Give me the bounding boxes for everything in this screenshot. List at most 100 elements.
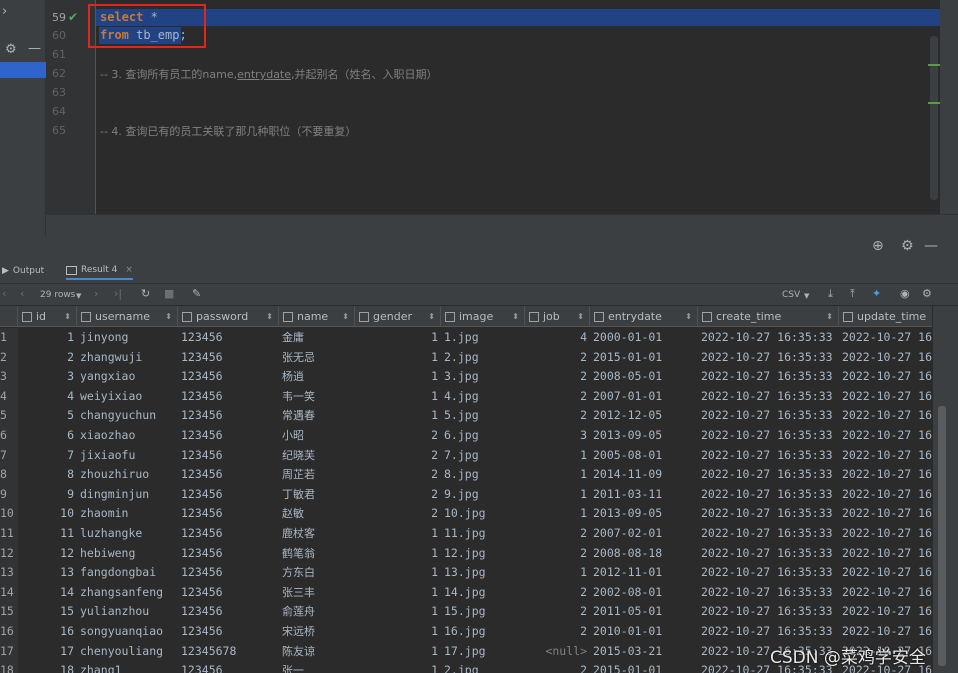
minimize-icon[interactable]: — xyxy=(28,41,41,56)
cell-create-time[interactable]: 2022-10-27 16:35:33 xyxy=(698,504,839,524)
minimize-icon[interactable]: — xyxy=(924,238,938,254)
cell-id[interactable]: 10 xyxy=(18,504,77,524)
cell-create-time[interactable]: 2022-10-27 16:35:33 xyxy=(698,348,839,368)
tab-output[interactable]: ▶ Output xyxy=(2,262,44,280)
sort-icon[interactable]: ⬍ xyxy=(165,312,172,321)
cell-name[interactable]: 韦一笑 xyxy=(279,387,355,407)
cell-username[interactable]: zhouzhiruo xyxy=(77,465,178,485)
cell-update-time[interactable]: 2022-10-27 16 xyxy=(839,563,932,583)
table-row[interactable]: 11 11 luzhangke 123456 鹿杖客 1 11.jpg 2 2007-02-01… xyxy=(0,524,932,544)
cell-id[interactable]: 11 xyxy=(18,524,77,544)
cell-entrydate[interactable]: 2012-11-01 xyxy=(590,563,698,583)
table-row[interactable]: 3 3 yangxiao 123456 杨逍 1 3.jpg 2 2008-05-01 2022-… xyxy=(0,367,932,387)
cell-job[interactable]: 4 xyxy=(525,328,590,348)
column-header-image[interactable]: image ⬍ xyxy=(441,306,525,327)
cell-create-time[interactable]: 2022-10-27 16:35:33 xyxy=(698,426,839,446)
cell-image[interactable]: 2.jpg xyxy=(441,348,525,368)
cell-password[interactable]: 123456 xyxy=(178,387,279,407)
sql-editor[interactable]: › ⚙ — 59 60 61 62 63 64 65 ✔ select * fr… xyxy=(0,0,958,236)
cell-image[interactable]: 4.jpg xyxy=(441,387,525,407)
cell-name[interactable]: 方东白 xyxy=(279,563,355,583)
cell-entrydate[interactable]: 2015-01-01 xyxy=(590,661,698,673)
cell-entrydate[interactable]: 2013-09-05 xyxy=(590,504,698,524)
cell-create-time[interactable]: 2022-10-27 16:35:33 xyxy=(698,465,839,485)
cell-create-time[interactable]: 2022-10-27 16:35:33 xyxy=(698,406,839,426)
cell-image[interactable]: 6.jpg xyxy=(441,426,525,446)
gear-icon[interactable]: ⚙ xyxy=(901,238,914,254)
cell-create-time[interactable]: 2022-10-27 16:35:33 xyxy=(698,485,839,505)
refresh-icon[interactable]: ↻ xyxy=(141,287,150,300)
cell-image[interactable]: 16.jpg xyxy=(441,622,525,642)
cell-id[interactable]: 17 xyxy=(18,642,77,662)
cell-name[interactable]: 张三丰 xyxy=(279,583,355,603)
table-row[interactable]: 9 9 dingminjun 123456 丁敏君 2 9.jpg 1 2011-03-11 20… xyxy=(0,484,932,505)
column-header-update-time[interactable]: update_time xyxy=(839,306,932,327)
cell-image[interactable]: 15.jpg xyxy=(441,602,525,622)
table-row[interactable]: 16 16 songyuanqiao 123456 宋远桥 1 16.jpg 2 2010-01… xyxy=(0,622,932,642)
cell-entrydate[interactable]: 2012-12-05 xyxy=(590,406,698,426)
cell-job[interactable]: 2 xyxy=(525,367,590,387)
sort-icon[interactable]: ⬍ xyxy=(512,312,519,321)
cell-username[interactable]: jixiaofu xyxy=(77,446,178,466)
cell-id[interactable]: 13 xyxy=(18,563,77,583)
cell-create-time[interactable]: 2022-10-27 16:35:33 xyxy=(698,563,839,583)
cell-gender[interactable]: 1 xyxy=(355,661,441,673)
cell-image[interactable]: 17.jpg xyxy=(441,642,525,662)
cell-update-time[interactable]: 2022-10-27 16 xyxy=(839,622,932,642)
cell-gender[interactable]: 2 xyxy=(355,465,441,485)
cell-job[interactable]: 1 xyxy=(525,465,590,485)
sort-icon[interactable]: ⬍ xyxy=(342,312,349,321)
column-header-username[interactable]: username ⬍ xyxy=(77,306,178,327)
cell-id[interactable]: 14 xyxy=(18,583,77,603)
cell-job[interactable]: 2 xyxy=(525,524,590,544)
sort-icon[interactable]: ⬍ xyxy=(685,312,692,321)
cell-gender[interactable]: 1 xyxy=(355,602,441,622)
cell-name[interactable]: 宋远桥 xyxy=(279,622,355,642)
sort-icon[interactable]: ⬍ xyxy=(826,312,833,321)
editor-scrollbar[interactable] xyxy=(930,36,938,200)
code-comment-line[interactable]: -- 4. 查询已有的员工关联了那几种职位（不要重复） xyxy=(100,123,356,139)
cell-entrydate[interactable]: 2005-08-01 xyxy=(590,446,698,466)
cell-image[interactable]: 8.jpg xyxy=(441,465,525,485)
cell-image[interactable]: 3.jpg xyxy=(441,367,525,387)
cell-gender[interactable]: 1 xyxy=(355,622,441,642)
cell-username[interactable]: zhang1 xyxy=(77,661,178,673)
sort-icon[interactable]: ⬍ xyxy=(64,312,71,321)
cell-password[interactable]: 123456 xyxy=(178,622,279,642)
cell-job[interactable]: 2 xyxy=(525,544,590,564)
cell-gender[interactable]: 1 xyxy=(355,387,441,407)
cell-create-time[interactable]: 2022-10-27 16:35:33 xyxy=(698,387,839,407)
cell-image[interactable]: 13.jpg xyxy=(441,563,525,583)
table-row[interactable]: 4 4 weiyixiao 123456 韦一笑 1 4.jpg 2 2007-01-01 202… xyxy=(0,386,932,407)
cell-job[interactable]: 2 xyxy=(525,602,590,622)
table-row[interactable]: 7 7 jixiaofu 123456 纪晓芙 2 7.jpg 1 2005-08-01 2022… xyxy=(0,445,932,466)
stop-icon[interactable]: ■ xyxy=(164,287,174,300)
cell-username[interactable]: weiyixiao xyxy=(77,387,178,407)
cell-username[interactable]: changyuchun xyxy=(77,406,178,426)
table-row[interactable]: 8 8 zhouzhiruo 123456 周芷若 2 8.jpg 1 2014-11-09 20… xyxy=(0,465,932,485)
result-grid[interactable]: id ⬍ username ⬍ password ⬍ name ⬍ gender ⬍ image ⬍ j… xyxy=(0,306,932,673)
compare-icon[interactable]: ✦ xyxy=(872,287,881,300)
code-comment-line[interactable]: -- 3. 查询所有员工的name,entrydate,并起别名（姓名、入职日期… xyxy=(100,66,438,82)
cell-username[interactable]: dingminjun xyxy=(77,485,178,505)
table-row[interactable]: 15 15 yulianzhou 123456 俞莲舟 1 15.jpg 2 2011-05-0… xyxy=(0,602,932,622)
cell-image[interactable]: 5.jpg xyxy=(441,406,525,426)
chevron-down-icon[interactable]: ▼ xyxy=(804,292,809,300)
cell-create-time[interactable]: 2022-10-27 16:35:33 xyxy=(698,328,839,348)
cell-password[interactable]: 123456 xyxy=(178,583,279,603)
table-row[interactable]: 1 1 jinyong 123456 金庸 1 1.jpg 4 2000-01-01 2022-1… xyxy=(0,328,932,348)
gear-icon[interactable]: ⚙ xyxy=(5,42,17,57)
cell-username[interactable]: yangxiao xyxy=(77,367,178,387)
column-header-password[interactable]: password ⬍ xyxy=(178,306,279,327)
cell-image[interactable]: 1.jpg xyxy=(441,328,525,348)
download-icon[interactable]: ⤓ xyxy=(828,287,833,301)
cell-job[interactable]: 3 xyxy=(525,426,590,446)
cell-update-time[interactable]: 2022-10-27 16 xyxy=(839,504,932,524)
cell-password[interactable]: 123456 xyxy=(178,348,279,368)
column-header-name[interactable]: name ⬍ xyxy=(279,306,355,327)
cell-name[interactable]: 陈友谅 xyxy=(279,642,355,662)
cell-name[interactable]: 张一 xyxy=(279,661,355,673)
cell-gender[interactable]: 1 xyxy=(355,642,441,662)
cell-name[interactable]: 常遇春 xyxy=(279,406,355,426)
cell-password[interactable]: 123456 xyxy=(178,563,279,583)
